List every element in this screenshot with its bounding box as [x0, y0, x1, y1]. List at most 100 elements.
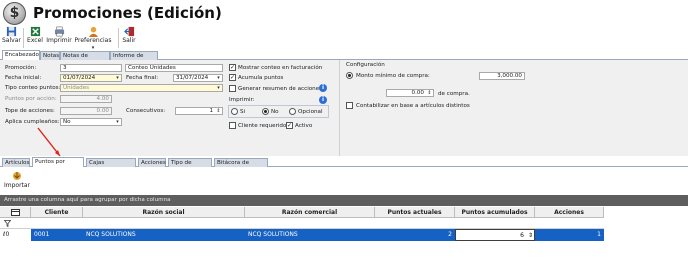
generar-resumen-label: Generar resumen de acciones — [238, 86, 323, 92]
monto-minimo-field[interactable]: 3,000.00 — [479, 72, 525, 80]
column-header-puntos-acumulados[interactable]: Puntos acumulados — [455, 207, 535, 218]
activo-label: Activo — [295, 123, 313, 129]
de-compra-field[interactable]: 0.00 ⇕ — [386, 89, 434, 97]
table-row[interactable]: ℓ0 0001 NCQ SOLUTIONS NCQ SOLUTIONS 2 6 … — [0, 229, 604, 241]
nombre-field[interactable]: Conteo Unidades — [125, 64, 223, 72]
tab-cajas-asignadas[interactable]: Cajas asignadas — [86, 158, 136, 174]
cell-cliente[interactable]: 0001 — [31, 229, 83, 241]
mostrar-conteo-checkbox[interactable]: ✓ — [229, 64, 236, 71]
column-header-acciones[interactable]: Acciones — [535, 207, 604, 218]
title-bar: $ Promociones (Edición) — [0, 0, 688, 28]
tab-puntos-por-cliente[interactable]: Puntos por cliente — [32, 157, 84, 173]
puntos-accion-field[interactable]: 4.00 — [60, 95, 112, 103]
printer-icon — [54, 26, 64, 37]
monto-minimo-radio[interactable] — [346, 72, 353, 79]
cell-razon-social[interactable]: NCQ SOLUTIONS — [83, 229, 245, 241]
print-button[interactable]: Imprimir — [46, 26, 72, 44]
cell-puntos-acumulados: 6 — [520, 232, 524, 239]
info-icon[interactable]: i — [319, 96, 327, 104]
tab-bitacora-puntos[interactable]: Bitácora de puntos — [214, 158, 268, 174]
fecha-final-value: 31/07/2024 — [176, 75, 209, 81]
header-tabs: Encabezado Notas Notas de impresión Info… — [0, 50, 688, 67]
puntos-por-cliente-panel: Importar Arrastre una columna aquí para … — [0, 167, 688, 259]
radio-no[interactable] — [262, 108, 269, 115]
activo-checkbox[interactable]: ✓ — [286, 122, 293, 129]
cell-razon-comercial[interactable]: NCQ SOLUTIONS — [245, 229, 375, 241]
radio-no-label: No — [271, 109, 279, 115]
spin-icon[interactable]: ⇕ — [528, 230, 533, 240]
puntos-accion-label: Puntos por acción: — [5, 96, 57, 102]
import-label: Importar — [4, 182, 31, 189]
column-header-cliente[interactable]: Cliente — [31, 207, 83, 218]
aplica-cumple-value: No — [63, 119, 71, 125]
cell-acciones[interactable]: 1 — [535, 229, 604, 241]
print-label: Imprimir — [46, 37, 72, 44]
consecutivos-field[interactable]: 1 ⇕ — [175, 107, 223, 115]
monto-minimo-label: Monto mínimo de compra: — [356, 73, 430, 79]
row-indicator: ℓ0 — [0, 229, 31, 241]
cell-puntos-acumulados-editor[interactable]: 6 ⇕ — [455, 229, 535, 241]
preferences-button[interactable]: Preferencias ▾ — [74, 26, 112, 51]
info-icon[interactable]: i — [319, 84, 327, 92]
radio-si[interactable] — [231, 108, 238, 115]
preferences-label: Preferencias — [74, 37, 112, 44]
chevron-down-icon[interactable]: ▾ — [215, 85, 222, 91]
consecutivos-label: Consecutivos: — [126, 108, 166, 114]
tab-notas-impresion[interactable]: Notas de impresión — [60, 51, 110, 67]
column-header-razon-social[interactable]: Razón social — [83, 207, 245, 218]
header-form: Promoción: 3 Conteo Unidades Fecha inici… — [0, 60, 688, 156]
tab-informe-ventas[interactable]: Informe de ventas — [110, 51, 158, 67]
tab-articulos[interactable]: Artículos — [2, 158, 30, 167]
toolbar-separator — [23, 28, 24, 48]
excel-button[interactable]: Excel — [26, 26, 44, 44]
tab-tipo-cliente[interactable]: Tipo de cliente — [168, 158, 212, 174]
exit-button[interactable]: Salir — [121, 26, 137, 44]
column-header-razon-comercial[interactable]: Razón comercial — [245, 207, 375, 218]
tab-encabezado[interactable]: Encabezado — [2, 50, 40, 60]
generar-resumen-checkbox[interactable] — [229, 85, 236, 92]
radio-opcional-label: Opcional — [298, 109, 323, 115]
radio-opcional[interactable] — [289, 108, 296, 115]
column-chooser-icon — [10, 209, 20, 216]
fecha-final-label: Fecha final: — [126, 75, 159, 81]
cell-puntos-actuales[interactable]: 2 — [375, 229, 455, 241]
spin-icon[interactable]: ⇕ — [215, 108, 222, 114]
group-by-panel[interactable]: Arrastre una columna aquí para agrupar p… — [0, 195, 688, 206]
toolbar: Salvar Excel Imprimir Preferencias ▾ Sal… — [0, 26, 688, 51]
promocion-field[interactable]: 3 — [60, 64, 122, 72]
filter-icon[interactable] — [4, 220, 11, 227]
column-header-puntos-actuales[interactable]: Puntos actuales — [375, 207, 455, 218]
save-label: Salvar — [2, 37, 21, 44]
contabilizar-checkbox[interactable] — [346, 102, 353, 109]
tipo-conteo-field[interactable]: Unidades ▾ — [60, 84, 223, 92]
tipo-conteo-label: Tipo conteo puntos: — [5, 85, 61, 91]
excel-label: Excel — [27, 37, 43, 44]
tab-acciones[interactable]: Acciones — [138, 158, 166, 167]
import-button[interactable]: Importar — [4, 171, 30, 189]
filter-row[interactable] — [0, 218, 604, 229]
fecha-inicial-field[interactable]: 01/07/2024 ▾ — [60, 74, 122, 82]
chevron-down-icon[interactable]: ▾ — [114, 119, 121, 125]
panel-separator — [339, 60, 340, 156]
grid-column-chooser[interactable] — [0, 207, 31, 218]
user-preferences-icon — [88, 26, 98, 37]
save-button[interactable]: Salvar — [2, 26, 21, 44]
tab-notas[interactable]: Notas — [40, 51, 60, 60]
tope-acciones-field[interactable]: 0.00 — [60, 107, 112, 115]
acumula-puntos-checkbox[interactable]: ✓ — [229, 74, 236, 81]
chevron-down-icon[interactable]: ▾ — [215, 75, 222, 81]
fecha-final-field[interactable]: 31/07/2024 ▾ — [173, 74, 223, 82]
spin-icon[interactable]: ⇕ — [426, 90, 433, 96]
detail-tabs: Artículos Puntos por cliente Cajas asign… — [0, 157, 688, 174]
consecutivos-value: 1 — [209, 108, 213, 114]
dollar-icon: $ — [3, 2, 26, 25]
promocion-label: Promoción: — [5, 65, 37, 71]
excel-icon — [30, 26, 40, 37]
puntos-grid: Cliente Razón social Razón comercial Pun… — [0, 207, 604, 259]
toolbar-separator — [118, 28, 119, 48]
floppy-icon — [6, 26, 16, 37]
cliente-requerido-checkbox[interactable] — [229, 122, 236, 129]
aplica-cumple-field[interactable]: No ▾ — [60, 118, 122, 126]
promociones-window: $ Promociones (Edición) Salvar Excel Imp… — [0, 0, 688, 259]
chevron-down-icon[interactable]: ▾ — [114, 75, 121, 81]
